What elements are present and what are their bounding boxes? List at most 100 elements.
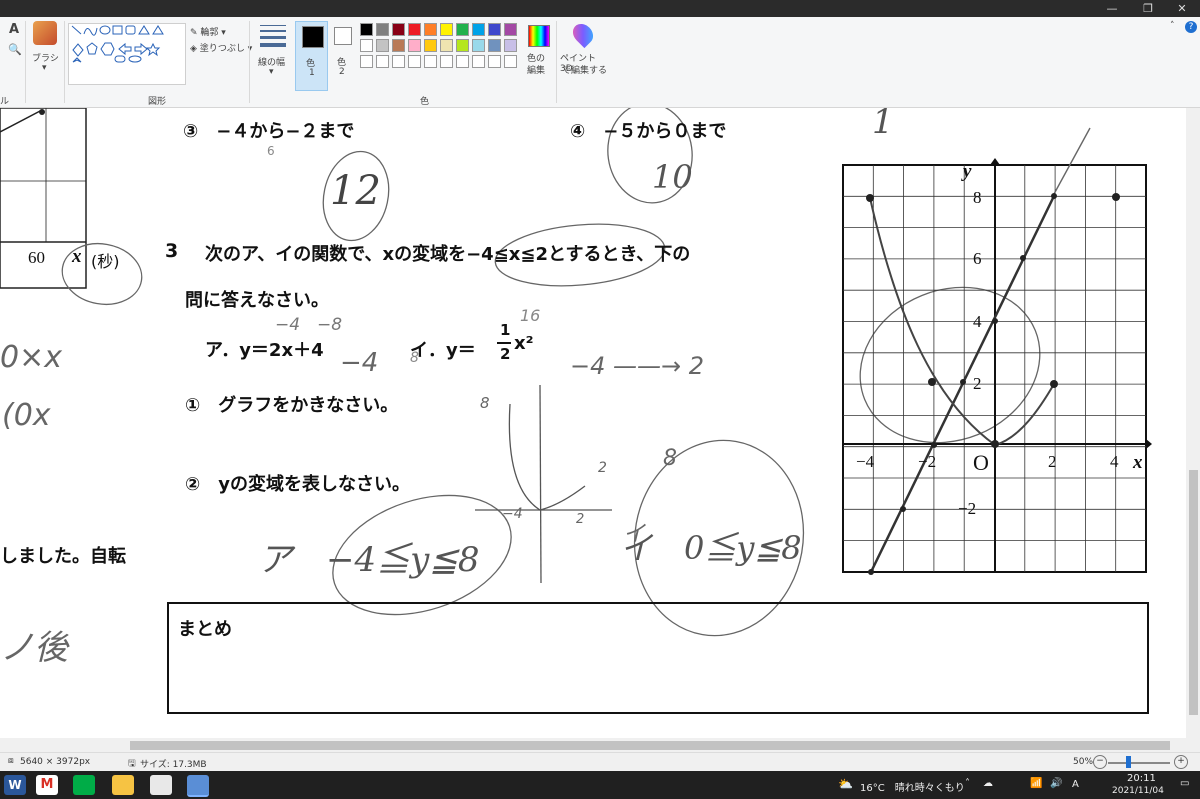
color2-button[interactable]: 色 2 <box>330 21 356 91</box>
palette-swatch[interactable] <box>408 55 421 68</box>
clock-time: 20:11 <box>1127 773 1156 784</box>
palette-swatch[interactable] <box>504 55 517 68</box>
image-dimensions: 5640 × 3972px <box>20 757 91 767</box>
fraction-bar <box>497 342 511 344</box>
tray-chevron-icon[interactable]: ˄ <box>965 778 970 789</box>
graph-tick-y6: 6 <box>973 249 982 268</box>
graph-x-label: x <box>1133 452 1143 473</box>
help-icon[interactable]: ? <box>1185 21 1197 33</box>
palette-swatch[interactable] <box>456 55 469 68</box>
zoom-in-button[interactable]: + <box>1174 755 1188 769</box>
handwritten-m48: −4 −8 <box>275 315 343 335</box>
paint-icon[interactable] <box>187 775 209 797</box>
handwritten-answer-a: ア −4≦y≦8 <box>258 540 480 580</box>
palette-swatch[interactable] <box>472 55 485 68</box>
left-handwriting-4: (0x <box>2 398 51 433</box>
magnifier-icon[interactable]: 🔍 <box>8 43 22 56</box>
network-icon[interactable]: 📶 <box>1030 778 1042 789</box>
palette-swatch[interactable] <box>456 23 469 36</box>
palette-swatch[interactable] <box>440 23 453 36</box>
palette-swatch[interactable] <box>424 23 437 36</box>
palette-swatch[interactable] <box>488 23 501 36</box>
resize-icon: ⧈ <box>8 756 14 766</box>
graph-tick-y8: 8 <box>973 188 982 207</box>
palette-swatch[interactable] <box>376 23 389 36</box>
palette-swatch[interactable] <box>360 23 373 36</box>
zoom-out-button[interactable]: − <box>1093 755 1107 769</box>
notification-icon[interactable]: ▭ <box>1180 778 1189 789</box>
color1-swatch <box>302 26 324 48</box>
palette-swatch[interactable] <box>376 39 389 52</box>
chevron-down-icon: ▾ <box>269 67 274 77</box>
text-tool-icon[interactable]: A <box>9 22 19 37</box>
palette-swatch[interactable] <box>440 55 453 68</box>
title-bar: — ❐ ✕ <box>0 0 1200 17</box>
handwritten-answer-i: イ 0≦y≦8 <box>620 529 802 567</box>
palette-swatch[interactable] <box>360 55 373 68</box>
question-3: ③ −４から−２まで <box>183 121 355 142</box>
canvas[interactable]: ③ −４から−２まで ④ −５から０まで 12 10 1 6 60 x (秒) … <box>0 108 1186 738</box>
chat-icon[interactable] <box>73 775 95 795</box>
fill-button[interactable]: ◈ 塗りつぶし ▾ <box>190 41 252 54</box>
palette-swatch[interactable] <box>504 39 517 52</box>
zoom-level: 50% <box>1073 757 1094 767</box>
palette-swatch[interactable] <box>488 39 501 52</box>
palette-swatch[interactable] <box>456 39 469 52</box>
graph-tick-y4: 4 <box>973 312 982 331</box>
outline-button[interactable]: ✎ 輪郭 ▾ <box>190 25 226 38</box>
outline-label: 輪郭 <box>200 28 219 38</box>
minimize-button[interactable]: — <box>1092 0 1132 17</box>
fill-label: 塗りつぶし <box>199 44 245 54</box>
palette-swatch[interactable] <box>408 23 421 36</box>
palette-swatch[interactable] <box>392 39 405 52</box>
handwritten-16: 16 <box>520 306 541 325</box>
handwritten-2b: 2 <box>576 512 585 527</box>
shapes-gallery[interactable] <box>68 23 186 85</box>
document-icon[interactable] <box>150 775 172 795</box>
ime-indicator[interactable]: A <box>1072 779 1079 790</box>
color1-button[interactable]: 色 1 <box>295 21 328 91</box>
function-a: ア．y＝2x＋4 <box>205 340 324 361</box>
ribbon: A 🔍 ル ブラシ ▾ 図形 ✎ 輪郭 ▾ ◈ 塗りつぶし ▾ 線の幅 ▾ 色 … <box>0 17 1200 108</box>
palette-swatch[interactable] <box>408 39 421 52</box>
handwritten-10: 10 <box>652 158 693 196</box>
palette-swatch[interactable] <box>424 39 437 52</box>
palette-swatch[interactable] <box>488 55 501 68</box>
palette-swatch[interactable] <box>392 55 405 68</box>
zoom-slider[interactable] <box>1108 762 1170 764</box>
palette-swatch[interactable] <box>424 55 437 68</box>
axis-x-label: x <box>72 246 82 267</box>
collapse-ribbon-icon[interactable]: ˄ <box>1170 21 1175 31</box>
palette-swatch[interactable] <box>504 23 517 36</box>
palette-swatch[interactable] <box>392 23 405 36</box>
sub-question-2: ② yの変域を表しなさい。 <box>185 474 410 495</box>
horizontal-scroll-thumb[interactable] <box>130 741 1170 750</box>
color-wheel-icon <box>528 25 550 47</box>
handwritten-6: 6 <box>267 144 275 158</box>
file-explorer-icon[interactable] <box>112 775 134 795</box>
brush-button[interactable]: ブラシ ▾ <box>30 21 60 81</box>
weather-text: 16°C 晴れ時々くもり <box>860 783 965 794</box>
vertical-scroll-thumb[interactable] <box>1189 470 1198 715</box>
word-icon[interactable]: W <box>4 775 26 795</box>
size-button[interactable]: 線の幅 ▾ <box>256 21 292 91</box>
color1-num: 1 <box>309 68 315 78</box>
seconds-label: (秒) <box>91 252 120 271</box>
palette-swatch[interactable] <box>376 55 389 68</box>
shapes-icons <box>71 25 164 63</box>
color2-swatch <box>334 27 352 45</box>
palette-swatch[interactable] <box>360 39 373 52</box>
question-4: ④ −５から０まで <box>570 121 727 142</box>
edit-colors-button[interactable]: 色の 編集 <box>524 21 552 91</box>
clock-date: 2021/11/04 <box>1112 786 1164 796</box>
palette-swatch[interactable] <box>472 39 485 52</box>
palette-swatch[interactable] <box>440 39 453 52</box>
paint3d-button[interactable]: ペイント 3D で編集する <box>560 19 610 91</box>
function-i-suffix: x² <box>514 333 534 354</box>
palette-swatch[interactable] <box>472 23 485 36</box>
zoom-slider-thumb[interactable] <box>1126 756 1131 768</box>
gmail-icon[interactable]: M <box>36 775 58 795</box>
volume-icon[interactable]: 🔊 <box>1050 778 1062 789</box>
worksheet-drawing <box>0 108 1152 714</box>
close-button[interactable]: ✕ <box>1162 0 1200 17</box>
